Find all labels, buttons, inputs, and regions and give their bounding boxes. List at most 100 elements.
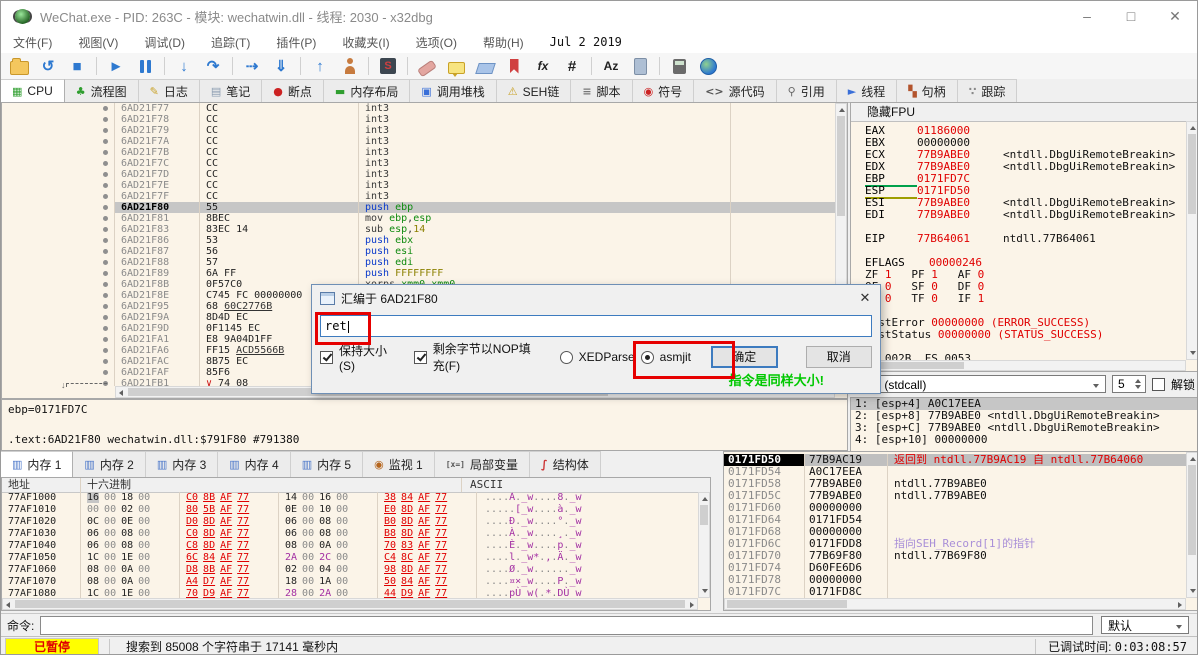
call-arguments-pane[interactable]: 1: [esp+4] A0C17EEA2: [esp+8] 77B9ABE0 <… xyxy=(850,397,1198,457)
breakpoint-gutter[interactable] xyxy=(2,213,114,224)
register-row[interactable] xyxy=(865,245,1186,257)
memory-row[interactable]: 77AF101000000200805BAF770E001000E08DAF77… xyxy=(2,504,698,516)
disasm-row[interactable]: 6AD21F8653push ebx xyxy=(2,235,835,246)
breakpoint-gutter[interactable] xyxy=(2,136,114,147)
maximize-button[interactable]: □ xyxy=(1109,1,1153,31)
memory-row[interactable]: 77AF104006000800C88DAF7708000A007083AF77… xyxy=(2,540,698,552)
tab-内存 5[interactable]: ▥内存 5 xyxy=(291,451,363,477)
help-globe-icon[interactable] xyxy=(698,56,718,76)
disasm-row[interactable]: 6AD21F7CCCint3 xyxy=(2,158,835,169)
flags-row[interactable]: CF 0 TF 0 IF 1 xyxy=(865,293,1186,305)
tab-流程图[interactable]: ♣流程图 xyxy=(65,79,139,102)
memory-row[interactable]: 77AF103006000800C08DAF7706000800B88DAF77… xyxy=(2,528,698,540)
breakpoint-gutter[interactable] xyxy=(2,279,114,290)
register-row[interactable]: EAX01186000 xyxy=(865,125,1186,137)
breakpoint-gutter[interactable] xyxy=(2,246,114,257)
cancel-button[interactable]: 取消 xyxy=(806,346,873,368)
tab-结构体[interactable]: ∫结构体 xyxy=(530,451,601,477)
breakpoint-gutter[interactable] xyxy=(2,301,114,312)
menu-item[interactable]: 追踪(T) xyxy=(211,34,250,51)
disasm-row[interactable]: 6AD21F7ACCint3 xyxy=(2,136,835,147)
tab-日志[interactable]: ✎日志 xyxy=(139,79,200,102)
menu-item[interactable]: 收藏夹(I) xyxy=(342,34,389,51)
tab-内存 3[interactable]: ▥内存 3 xyxy=(146,451,218,477)
memory-row[interactable]: 77AF10801C001E0070D9AF7728002A0044D9AF77… xyxy=(2,588,698,598)
registers-vscrollbar[interactable] xyxy=(1186,121,1198,360)
stack-row[interactable]: 0171FD5C77B9ABE0ntdll.77B9ABE0 xyxy=(724,490,1186,502)
tab-脚本[interactable]: ≡脚本 xyxy=(571,79,632,102)
segments-row[interactable]: GS 002B FS 0053 xyxy=(865,353,1186,360)
memory-row[interactable]: 77AF10200C000E00D08DAF7706000800B08DAF77… xyxy=(2,516,698,528)
tab-句柄[interactable]: ▚句柄 xyxy=(897,79,957,102)
breakpoint-gutter[interactable] xyxy=(2,257,114,268)
labels-icon[interactable] xyxy=(475,56,495,76)
tab-断点[interactable]: ●断点 xyxy=(262,79,324,102)
breakpoint-gutter[interactable] xyxy=(2,169,114,180)
stack-row[interactable]: 0171FD640171FD54 xyxy=(724,514,1186,526)
calculator-icon[interactable] xyxy=(669,56,689,76)
tab-内存 4[interactable]: ▥内存 4 xyxy=(218,451,290,477)
xedparse-radio[interactable] xyxy=(560,351,573,364)
breakpoint-gutter[interactable] xyxy=(2,125,114,136)
bookmarks-icon[interactable] xyxy=(504,56,524,76)
fill-nop-checkbox[interactable] xyxy=(414,351,427,364)
close-button[interactable]: ✕ xyxy=(1153,1,1197,31)
breakpoint-gutter[interactable] xyxy=(2,103,114,114)
assemble-instruction-input[interactable]: ret xyxy=(320,315,872,337)
strings-icon[interactable]: S xyxy=(378,56,398,76)
breakpoint-gutter[interactable] xyxy=(2,235,114,246)
breakpoint-gutter[interactable] xyxy=(2,114,114,125)
run-until-return-icon[interactable]: ↑ xyxy=(310,56,330,76)
register-row[interactable]: EIP77B64061ntdll.77B64061 xyxy=(865,233,1186,245)
text-encoding-icon[interactable]: Az xyxy=(601,56,621,76)
disasm-row[interactable]: 6AD21F8756push esi xyxy=(2,246,835,257)
breakpoint-gutter[interactable] xyxy=(2,180,114,191)
run-icon[interactable]: ► xyxy=(106,56,126,76)
terminate-icon[interactable]: ■ xyxy=(67,56,87,76)
breakpoint-gutter[interactable] xyxy=(2,147,114,158)
breakpoint-gutter[interactable] xyxy=(2,345,114,356)
register-row[interactable]: EDX77B9ABE0<ntdll.DbgUiRemoteBreakin> xyxy=(865,161,1186,173)
tab-符号[interactable]: ◉符号 xyxy=(633,79,695,102)
args-depth-spinner[interactable]: 5 xyxy=(1112,375,1146,393)
disasm-row[interactable]: 6AD21F7DCCint3 xyxy=(2,169,835,180)
register-row[interactable]: EDI77B9ABE0<ntdll.DbgUiRemoteBreakin> xyxy=(865,209,1186,221)
tab-笔记[interactable]: ▤笔记 xyxy=(200,79,262,102)
hash-icon[interactable]: # xyxy=(562,56,582,76)
menu-item[interactable]: 视图(V) xyxy=(78,34,118,51)
tab-内存布局[interactable]: ▬内存布局 xyxy=(324,79,410,102)
comments-icon[interactable] xyxy=(446,56,466,76)
disasm-row[interactable]: 6AD21F818BECmov ebp,esp xyxy=(2,213,835,224)
menu-item[interactable]: 调试(D) xyxy=(144,34,185,51)
disasm-row[interactable]: 6AD21F8857push edi xyxy=(2,257,835,268)
asmjit-radio[interactable] xyxy=(641,351,654,364)
dialog-close-icon[interactable]: ✕ xyxy=(850,290,880,306)
disasm-row[interactable]: 6AD21F7BCCint3 xyxy=(2,147,835,158)
registers-pane[interactable]: 隐藏FPU EAX01186000EBX00000000ECX77B9ABE0<… xyxy=(850,102,1198,372)
tab-CPU[interactable]: ▦CPU xyxy=(1,79,65,102)
disasm-row[interactable]: 6AD21F7FCCint3 xyxy=(2,191,835,202)
register-row[interactable]: EBP0171FD7C xyxy=(865,173,1186,185)
dump-vscrollbar[interactable] xyxy=(698,492,710,598)
breakpoint-gutter[interactable] xyxy=(2,356,114,367)
ok-button[interactable]: 确定 xyxy=(711,346,778,368)
command-input[interactable] xyxy=(40,616,1093,635)
tab-调用堆栈[interactable]: ▣调用堆栈 xyxy=(410,79,496,102)
memory-row[interactable]: 77AF106008000A00D88BAF7702000400988DAF77… xyxy=(2,564,698,576)
menu-item[interactable]: 文件(F) xyxy=(13,34,52,51)
registers-hscrollbar[interactable] xyxy=(851,360,1186,371)
attach-phone-icon[interactable] xyxy=(630,56,650,76)
memory-row[interactable]: 77AF10501C001E006C84AF772A002C00C48CAF77… xyxy=(2,552,698,564)
disasm-row[interactable]: 6AD21F79CCint3 xyxy=(2,125,835,136)
disasm-row[interactable]: 6AD21F8383EC 14sub esp,14 xyxy=(2,224,835,235)
menu-item[interactable]: 插件(P) xyxy=(276,34,316,51)
memory-row[interactable]: 77AF100016001800C08BAF77140016003884AF77… xyxy=(2,492,698,504)
breakpoint-gutter[interactable] xyxy=(2,323,114,334)
menu-item[interactable]: 选项(O) xyxy=(416,34,457,51)
functions-icon[interactable]: fx xyxy=(533,56,553,76)
argument-row[interactable]: 4: [esp+10] 00000000 xyxy=(851,434,1198,446)
stack-row[interactable]: 0171FD7C0171FD8C xyxy=(724,586,1186,598)
breakpoint-gutter[interactable] xyxy=(2,334,114,345)
tab-局部变量[interactable]: [x=]局部变量 xyxy=(435,451,530,477)
pause-icon[interactable] xyxy=(135,56,155,76)
